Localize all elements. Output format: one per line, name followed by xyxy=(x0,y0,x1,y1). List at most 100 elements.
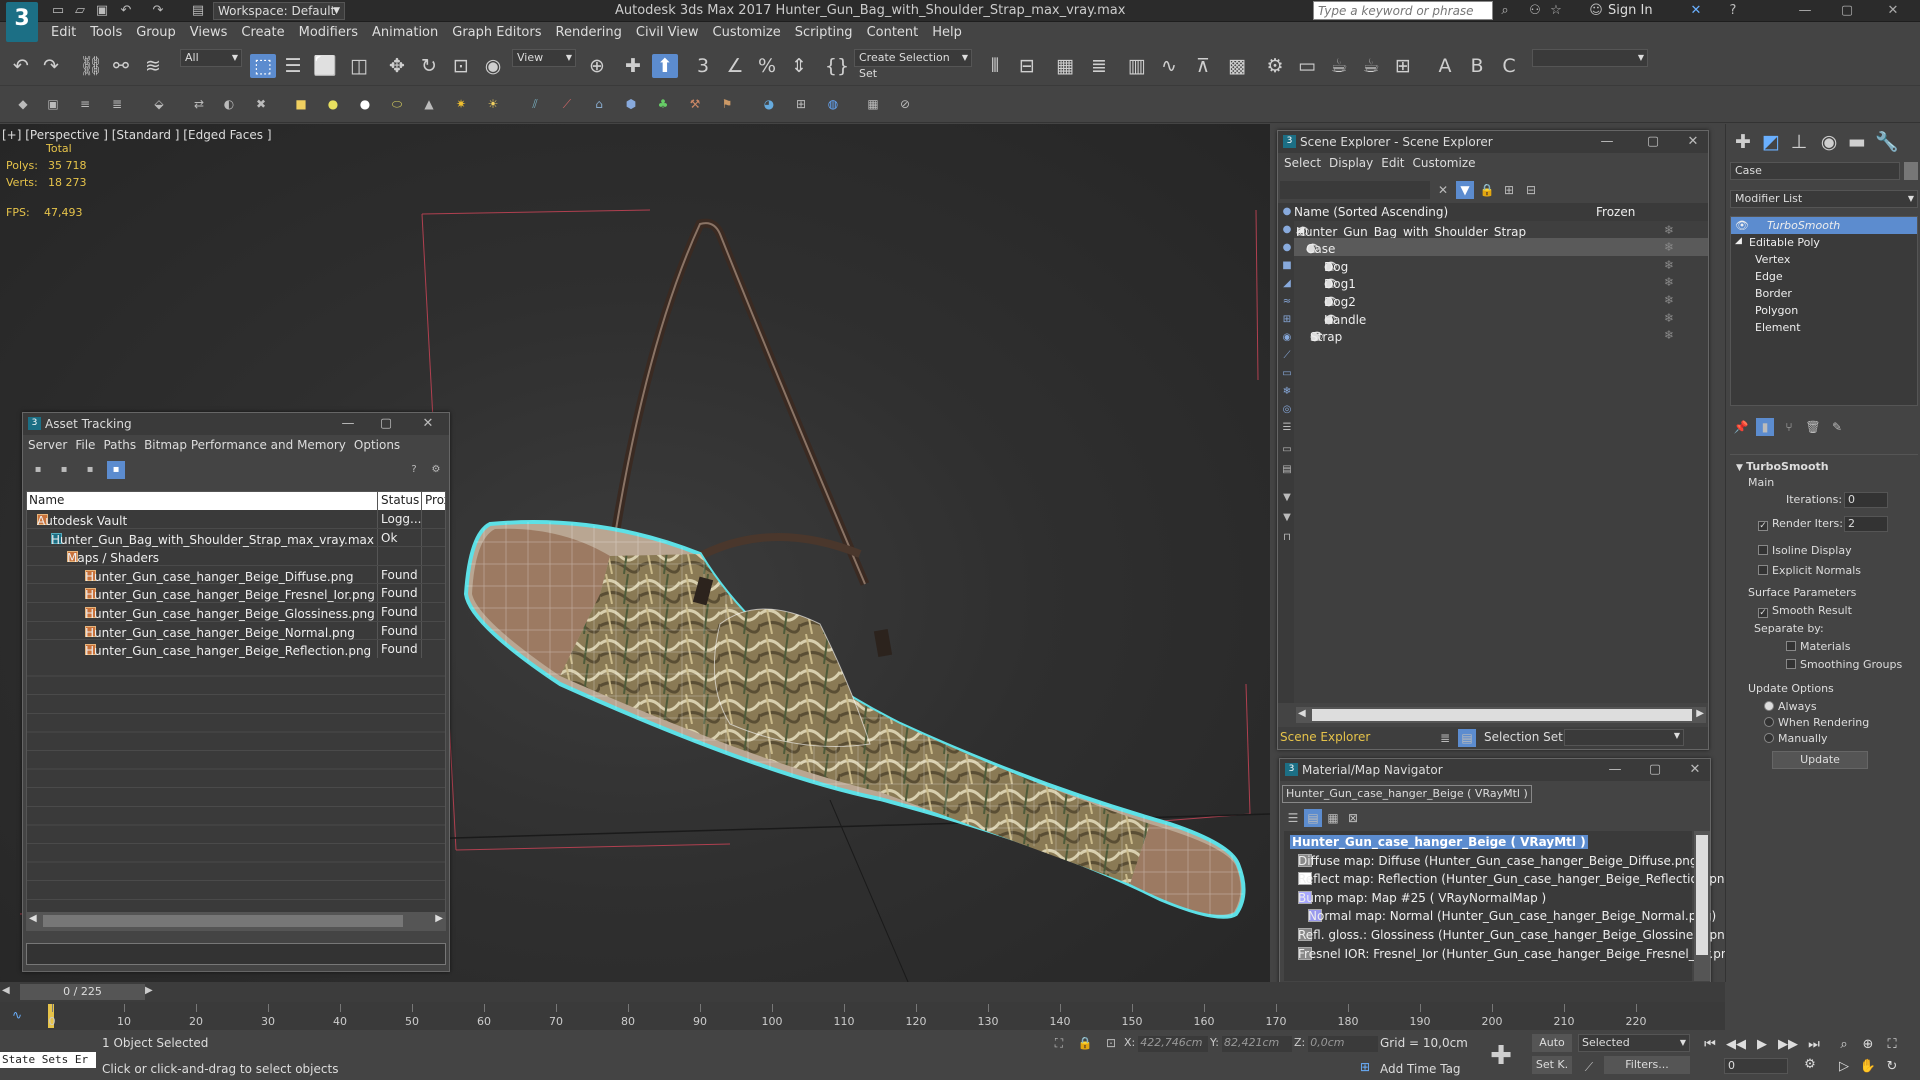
menu-tools[interactable]: Tools xyxy=(83,22,129,44)
time-config-icon[interactable]: ⚙ xyxy=(1800,1056,1820,1074)
toolbar-icon-20[interactable]: ♣ xyxy=(654,95,672,113)
box-primitive-icon[interactable]: ■ xyxy=(292,95,310,113)
asset-menu-paths[interactable]: Paths xyxy=(99,435,140,455)
modifier-list-dropdown[interactable]: Modifier List ▼ xyxy=(1730,190,1918,208)
freeze-snowflake-icon[interactable]: ❄ xyxy=(1664,240,1674,254)
freeze-snowflake-icon[interactable]: ❄ xyxy=(1664,275,1674,289)
object-name-field[interactable]: Case xyxy=(1730,162,1900,180)
previous-frame-icon[interactable]: ◀ xyxy=(2,985,10,996)
project-folder-icon[interactable]: ▤ xyxy=(190,3,206,19)
key-filters-button[interactable]: Filters... xyxy=(1604,1056,1690,1074)
menu-help[interactable]: Help xyxy=(925,22,969,44)
settings-icon[interactable]: ⚙ xyxy=(427,461,445,479)
toolbar-icon-26[interactable]: ▦ xyxy=(864,95,882,113)
toolbar-icon-17[interactable]: ⟋ xyxy=(558,95,576,113)
asset-row-map[interactable]: Hunter_Gun_case_hanger_Beige_Fresnel_Ior… xyxy=(27,584,445,603)
scene-search-input[interactable] xyxy=(1280,181,1430,199)
snaps-toggle-icon[interactable]: 3 xyxy=(690,54,716,78)
zoom-icon[interactable]: ⌕ xyxy=(1834,1036,1854,1054)
toggle-ribbon-icon[interactable]: ▥ xyxy=(1124,54,1150,78)
x-field[interactable]: 422,746cm xyxy=(1138,1036,1209,1052)
render-in-cloud-icon[interactable]: ⊞ xyxy=(1390,54,1416,78)
freeze-snowflake-icon[interactable]: ❄ xyxy=(1664,293,1674,307)
render-iterative-icon[interactable]: ☕ xyxy=(1358,54,1384,78)
make-unique-icon[interactable]: ⑂ xyxy=(1780,418,1798,436)
scene-row-case[interactable]: ◢ 👁 ● Case ❄ xyxy=(1294,238,1708,256)
selection-filter-dropdown[interactable]: All ▼ xyxy=(180,49,242,67)
menu-group[interactable]: Group xyxy=(129,22,183,44)
maximize-icon[interactable]: ▢ xyxy=(1636,759,1674,781)
angle-snap-icon[interactable]: ∠ xyxy=(722,54,748,78)
lock-icon[interactable]: 🔒 xyxy=(1478,181,1496,199)
cylinder-primitive-icon[interactable]: ⬭ xyxy=(388,95,406,113)
communication-icon[interactable]: ⚇ xyxy=(1527,3,1543,19)
materials-checkbox[interactable] xyxy=(1786,641,1796,651)
time-slider-thumb[interactable]: 0 / 225 xyxy=(20,984,145,1000)
selection-lock-icon[interactable]: 🔒 xyxy=(1076,1034,1094,1052)
spinner-snap-icon[interactable]: ⇕ xyxy=(786,54,812,78)
toolbar-icon-21[interactable]: ⚒ xyxy=(686,95,704,113)
material-vertical-scrollbar[interactable] xyxy=(1694,831,1710,981)
pivot-center-icon[interactable]: ⊕ xyxy=(584,54,610,78)
selection-set-dropdown[interactable]: ▼ xyxy=(1564,729,1684,746)
help-icon[interactable]: ? xyxy=(1725,3,1741,19)
auto-key-button[interactable]: Auto xyxy=(1532,1034,1572,1052)
scroll-right-icon[interactable]: ▶ xyxy=(435,913,443,924)
save-file-icon[interactable]: ▣ xyxy=(94,3,110,19)
asset-tracking-titlebar[interactable]: 3 Asset Tracking — ▢ ✕ xyxy=(23,413,449,435)
column-name[interactable]: Name xyxy=(29,493,64,507)
scene-row-handle[interactable]: 👁 ● Handle ❄ xyxy=(1294,309,1708,327)
stack-item-turbosmooth[interactable]: 👁 TurboSmooth xyxy=(1731,217,1917,234)
minimize-icon[interactable]: — xyxy=(329,413,367,435)
scroll-right-icon[interactable]: ▶ xyxy=(1696,708,1704,719)
undo-icon[interactable]: ↶ xyxy=(8,54,34,78)
menu-create[interactable]: Create xyxy=(234,22,291,44)
create-selection-set-dropdown[interactable]: Create Selection Set ▼ xyxy=(854,49,972,80)
scene-row-root[interactable]: ◢ 👁 ⊞ Hunter_Gun_Bag_with_Shoulder_Strap ❄ xyxy=(1294,221,1708,239)
motion-tab-icon[interactable]: ◉ xyxy=(1816,130,1842,154)
view-icon-4[interactable]: ▪ xyxy=(107,461,125,479)
menu-scripting[interactable]: Scripting xyxy=(788,22,860,44)
toolbar-icon-24[interactable]: ⊞ xyxy=(792,95,810,113)
rendered-frame-window-icon[interactable]: ▭ xyxy=(1294,54,1320,78)
absolute-mode-icon[interactable]: ⊡ xyxy=(1102,1034,1120,1052)
view-icon-2[interactable]: ▪ xyxy=(55,461,73,479)
track-bar[interactable]: ∿ 0 10 20 30 40 50 60 70 80 90 100 110 120 130 140 150 1… xyxy=(0,1002,1725,1030)
scene-horizontal-scrollbar[interactable]: ◀ ▶ xyxy=(1296,707,1706,723)
text-b-icon[interactable]: B xyxy=(1464,54,1490,78)
asset-path-field[interactable] xyxy=(26,943,446,965)
geosphere-primitive-icon[interactable]: ● xyxy=(356,95,374,113)
search-input[interactable]: Type a keyword or phrase xyxy=(1313,1,1493,20)
stack-item-polygon[interactable]: Polygon xyxy=(1731,302,1917,319)
remove-modifier-icon[interactable]: 🗑 xyxy=(1804,418,1822,436)
toolbar-icon-27[interactable]: ⊘ xyxy=(896,95,914,113)
toolbar-icon-02[interactable]: ▣ xyxy=(44,95,62,113)
new-file-icon[interactable]: ▭ xyxy=(50,3,66,19)
key-filter-dropdown[interactable]: Selected ▼ xyxy=(1578,1034,1690,1052)
toolbar-icon-05[interactable]: ⬙ xyxy=(150,95,168,113)
asset-row-map[interactable]: Hunter_Gun_case_hanger_Beige_Glossiness.… xyxy=(27,603,445,622)
isoline-checkbox[interactable] xyxy=(1758,545,1768,555)
toolbar-icon-25[interactable]: ◍ xyxy=(824,95,842,113)
toolbar-extra-dropdown[interactable]: ▼ xyxy=(1532,49,1648,67)
scene-menu-display[interactable]: Display xyxy=(1325,153,1377,173)
zoom-extents-icon[interactable]: ⛶ xyxy=(1882,1036,1902,1054)
scrollbar-thumb[interactable] xyxy=(43,915,403,927)
asset-row-vault[interactable]: Autodesk Vault Logg... xyxy=(27,510,445,529)
sun-icon[interactable]: ☀ xyxy=(484,95,502,113)
field-of-view-icon[interactable]: ▷ xyxy=(1834,1058,1854,1076)
material-row-gloss[interactable]: Refl. gloss.: Glossiness (Hunter_Gun_cas… xyxy=(1284,924,1737,943)
menu-customize[interactable]: Customize xyxy=(706,22,788,44)
view-small-icons-icon[interactable]: ▦ xyxy=(1324,809,1342,827)
curve-editor-icon[interactable]: ∿ xyxy=(1156,54,1182,78)
menu-edit[interactable]: Edit xyxy=(44,22,83,44)
utilities-tab-icon[interactable]: 🔧 xyxy=(1874,130,1900,154)
asset-menu-options[interactable]: Options xyxy=(350,435,404,455)
close-icon[interactable]: ✕ xyxy=(1878,2,1908,20)
scene-explorer-titlebar[interactable]: 3 Scene Explorer - Scene Explorer — ▢ ✕ xyxy=(1278,131,1708,153)
view-list-icons-icon[interactable]: ▤ xyxy=(1304,809,1322,827)
layer-stack-icon[interactable]: ≣ xyxy=(1436,729,1454,747)
place-icon[interactable]: ◉ xyxy=(480,54,506,78)
toolbar-icon-16[interactable]: ⫽ xyxy=(526,95,544,113)
modify-tab-icon[interactable]: ◩ xyxy=(1758,130,1784,154)
